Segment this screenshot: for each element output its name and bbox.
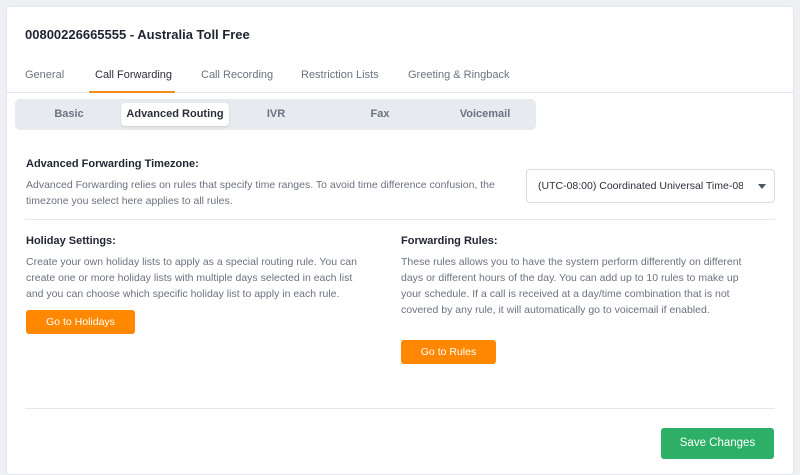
holiday-settings-description: Create your own holiday lists to apply a… <box>26 256 357 300</box>
subtab-basic[interactable]: Basic <box>27 103 111 126</box>
section-divider-bottom <box>25 408 775 409</box>
subtab-bar: Basic Advanced Routing IVR Fax Voicemail <box>15 99 536 130</box>
go-to-holidays-button[interactable]: Go to Holidays <box>26 310 135 334</box>
timezone-label: Advanced Forwarding Timezone: <box>26 158 199 170</box>
subtab-ivr[interactable]: IVR <box>241 103 311 126</box>
main-tabs: General Call Forwarding Call Recording R… <box>7 63 793 93</box>
timezone-select[interactable]: (UTC-08:00) Coordinated Universal Time-0… <box>526 169 775 203</box>
chevron-down-icon <box>758 184 766 189</box>
go-to-rules-button[interactable]: Go to Rules <box>401 340 496 364</box>
settings-card: 00800226665555 - Australia Toll Free Gen… <box>6 6 794 475</box>
forwarding-rules-label: Forwarding Rules: <box>401 235 498 247</box>
tab-general[interactable]: General <box>25 69 64 81</box>
timezone-selected-value: (UTC-08:00) Coordinated Universal Time-0… <box>538 180 743 192</box>
subtab-voicemail[interactable]: Voicemail <box>445 103 525 126</box>
timezone-description: Advanced Forwarding relies on rules that… <box>26 179 495 207</box>
tab-call-recording[interactable]: Call Recording <box>201 69 273 81</box>
tab-greeting-ringback[interactable]: Greeting & Ringback <box>408 69 510 81</box>
holiday-settings-label: Holiday Settings: <box>26 235 116 247</box>
section-divider-top <box>25 219 775 220</box>
forwarding-rules-description: These rules allows you to have the syste… <box>401 256 742 316</box>
tab-call-forwarding[interactable]: Call Forwarding <box>95 69 172 81</box>
tab-restriction-lists[interactable]: Restriction Lists <box>301 69 379 81</box>
active-tab-indicator <box>89 91 175 93</box>
save-changes-button[interactable]: Save Changes <box>661 428 774 459</box>
page-title: 00800226665555 - Australia Toll Free <box>25 27 250 42</box>
subtab-advanced-routing[interactable]: Advanced Routing <box>121 103 229 126</box>
subtab-fax[interactable]: Fax <box>345 103 415 126</box>
